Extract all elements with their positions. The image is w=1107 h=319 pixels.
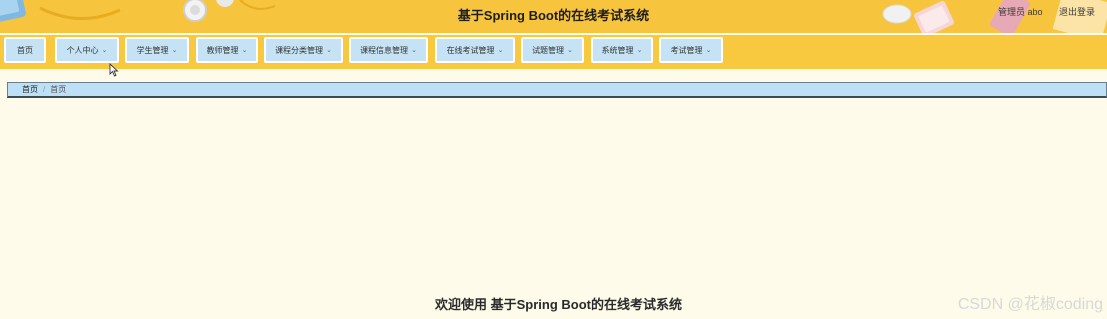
nav-course-info-management[interactable]: 课程信息管理 ⌄	[349, 37, 428, 63]
nav-question-management[interactable]: 试题管理 ⌄	[521, 37, 584, 63]
logout-button[interactable]: 退出登录	[1059, 7, 1095, 17]
nav-label: 个人中心	[66, 45, 99, 55]
chevron-down-icon: ⌄	[497, 47, 504, 54]
chevron-down-icon: ⌄	[241, 47, 248, 54]
nav-label: 首页	[17, 45, 33, 55]
nav-student-management[interactable]: 学生管理 ⌄	[125, 37, 189, 63]
main-nav: 首页 个人中心 ⌄ 学生管理 ⌄ 教师管理 ⌄ 课程分类管理 ⌄ 课程信息管理 ⌄ 在线考…	[0, 35, 1107, 69]
chevron-down-icon: ⌄	[171, 47, 178, 54]
chevron-down-icon: ⌄	[705, 47, 712, 54]
chevron-down-icon: ⌄	[567, 47, 573, 54]
nav-label: 课程分类管理	[275, 45, 324, 55]
nav-home[interactable]: 首页	[4, 37, 46, 63]
nav-teacher-management[interactable]: 教师管理 ⌄	[196, 37, 258, 63]
nav-online-exam-management[interactable]: 在线考试管理 ⌄	[435, 37, 515, 63]
chevron-down-icon: ⌄	[636, 47, 643, 54]
app-title: 基于Spring Boot的在线考试系统	[457, 8, 650, 23]
chevron-down-icon: ⌄	[411, 47, 417, 54]
breadcrumb-current: 首页	[50, 85, 67, 94]
nav-system-management[interactable]: 系统管理 ⌄	[591, 37, 653, 63]
nav-personal-center[interactable]: 个人中心 ⌄	[55, 37, 119, 63]
nav-label: 学生管理	[136, 45, 169, 55]
user-area: 管理员 abo 退出登录	[984, 5, 1095, 18]
nav-label: 考试管理	[670, 45, 703, 55]
top-header: 基于Spring Boot的在线考试系统 管理员 abo 退出登录	[0, 0, 1107, 33]
nav-label: 课程信息管理	[360, 45, 409, 55]
breadcrumb-home-link[interactable]: 首页	[22, 84, 38, 95]
nav-exam-management[interactable]: 考试管理 ⌄	[659, 37, 723, 63]
nav-label: 试题管理	[532, 45, 565, 55]
nav-label: 在线考试管理	[446, 45, 495, 55]
nav-label: 教师管理	[206, 45, 239, 55]
mouse-cursor-icon	[109, 63, 119, 77]
nav-course-category-management[interactable]: 课程分类管理 ⌄	[264, 37, 343, 63]
welcome-message: 欢迎使用 基于Spring Boot的在线考试系统	[435, 297, 682, 312]
breadcrumb-separator: /	[43, 85, 46, 94]
chevron-down-icon: ⌄	[101, 47, 108, 54]
nav-label: 系统管理	[601, 45, 634, 55]
breadcrumb: 首页 / 首页	[7, 82, 1107, 98]
watermark: CSDN @花椒coding	[957, 296, 1103, 313]
current-user-label: 管理员 abo	[997, 7, 1043, 17]
chevron-down-icon: ⌄	[326, 47, 332, 54]
